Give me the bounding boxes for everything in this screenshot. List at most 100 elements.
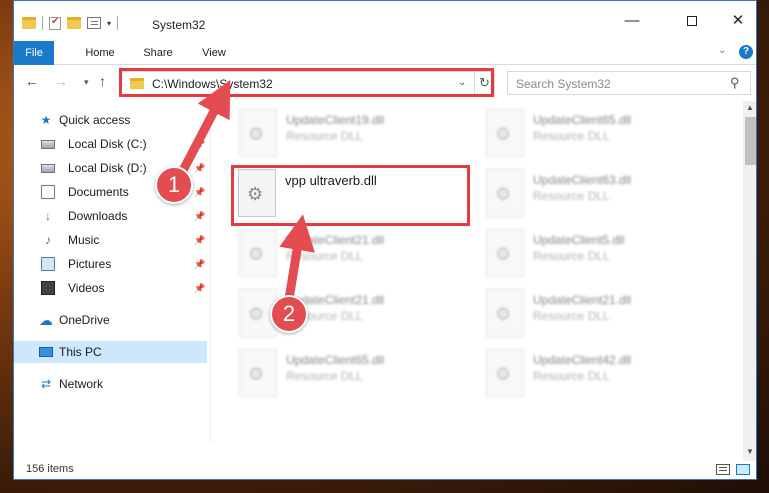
tiles-view-icon[interactable] bbox=[736, 464, 750, 475]
network-icon: ⇄ bbox=[40, 377, 52, 391]
dll-file-icon: ⚙ bbox=[486, 349, 524, 397]
cloud-icon: ☁ bbox=[39, 312, 53, 328]
item-count: 156 items bbox=[26, 463, 74, 475]
file-name: UpdateClient21.dll bbox=[286, 233, 385, 247]
file-type: Resource DLL bbox=[286, 129, 363, 143]
computer-icon bbox=[39, 347, 53, 357]
forward-arrow-icon[interactable]: → bbox=[54, 73, 68, 89]
star-icon: ★ bbox=[40, 113, 52, 127]
sidebar-item-music[interactable]: ♪ Music 📌 bbox=[14, 229, 207, 251]
step-badge-1: 1 bbox=[155, 166, 193, 204]
up-arrow-icon[interactable]: ↑ bbox=[99, 73, 106, 89]
sidebar-item-this-pc[interactable]: This PC bbox=[14, 341, 207, 363]
file-name: UpdateClient63.dll bbox=[533, 173, 632, 187]
details-view-icon[interactable] bbox=[716, 464, 730, 475]
maximize-button[interactable] bbox=[680, 11, 704, 31]
dll-file-icon: ⚙ bbox=[486, 289, 524, 337]
file-name: UpdateClient65.dll bbox=[286, 353, 385, 367]
file-item[interactable]: ⚙ UpdateClient21.dll Resource DLL bbox=[239, 229, 479, 287]
gear-icon: ⚙ bbox=[495, 244, 512, 264]
pin-icon[interactable]: 📌 bbox=[194, 181, 205, 203]
sidebar-item-pictures[interactable]: Pictures 📌 bbox=[14, 253, 207, 275]
file-item[interactable]: ⚙ UpdateClient63.dll Resource DLL bbox=[486, 169, 726, 227]
maximize-icon bbox=[687, 16, 697, 26]
scroll-thumb[interactable] bbox=[745, 117, 756, 165]
tab-home[interactable]: Home bbox=[72, 41, 128, 65]
step-badge-2: 2 bbox=[270, 295, 308, 333]
scroll-up-icon[interactable]: ▲ bbox=[746, 103, 754, 112]
sidebar-item-label: Network bbox=[59, 377, 104, 391]
file-type: Resource DLL bbox=[286, 249, 363, 263]
file-item[interactable]: ⚙ UpdateClient42.dll Resource DLL bbox=[486, 349, 726, 407]
sidebar-item-label: Videos bbox=[68, 281, 105, 295]
file-item[interactable]: ⚙ UpdateClient65.dll Resource DLL bbox=[239, 349, 479, 407]
sidebar-item-onedrive[interactable]: ☁ OneDrive bbox=[14, 309, 207, 331]
gear-icon: ⚙ bbox=[248, 304, 265, 324]
sidebar-item-label: Pictures bbox=[68, 257, 112, 271]
sidebar-item-quick-access[interactable]: ★ Quick access bbox=[14, 109, 207, 131]
file-item[interactable]: ⚙ UpdateClient19.dll Resource DLL bbox=[239, 109, 479, 167]
file-name: UpdateClient42.dll bbox=[533, 353, 632, 367]
pin-icon[interactable]: 📌 bbox=[194, 253, 205, 275]
gear-icon: ⚙ bbox=[248, 364, 265, 384]
dll-file-icon: ⚙ bbox=[239, 349, 277, 397]
file-item[interactable]: ⚙ UpdateClient21.dll Resource DLL bbox=[486, 289, 726, 347]
dll-file-icon: ⚙ bbox=[486, 169, 524, 217]
music-icon: ♪ bbox=[45, 233, 51, 247]
ribbon-tabs: File Home Share View ⌄ ? bbox=[14, 41, 756, 65]
document-icon bbox=[41, 185, 55, 199]
gear-icon: ⚙ bbox=[495, 184, 512, 204]
gear-icon: ⚙ bbox=[248, 244, 265, 264]
properties-icon[interactable] bbox=[87, 17, 101, 29]
search-icon[interactable]: ⚲ bbox=[730, 75, 740, 91]
video-icon bbox=[41, 281, 55, 295]
minimize-button[interactable]: — bbox=[620, 11, 644, 31]
download-icon: ↓ bbox=[45, 209, 51, 223]
back-arrow-icon[interactable]: ← bbox=[25, 73, 39, 89]
recent-locations-icon[interactable]: ▾ bbox=[84, 77, 89, 88]
address-highlight-box bbox=[119, 68, 494, 97]
sidebar-item-label: Music bbox=[68, 233, 100, 247]
help-icon[interactable]: ? bbox=[739, 45, 753, 59]
dll-file-icon: ⚙ bbox=[239, 109, 277, 157]
pictures-icon bbox=[41, 257, 55, 271]
pane-divider[interactable] bbox=[210, 101, 211, 443]
sidebar-item-local-disk-c[interactable]: Local Disk (C:) 📌 bbox=[14, 133, 207, 155]
gear-icon: ⚙ bbox=[495, 364, 512, 384]
file-item[interactable]: ⚙ UpdateClient5.dll Resource DLL bbox=[486, 229, 726, 287]
file-type: Resource DLL bbox=[286, 369, 363, 383]
navigation-pane: ★ Quick access Local Disk (C:) 📌 Local D… bbox=[14, 101, 209, 443]
pin-icon[interactable]: 📌 bbox=[194, 205, 205, 227]
sidebar-item-label: Downloads bbox=[68, 209, 128, 223]
tab-view[interactable]: View bbox=[190, 41, 238, 65]
pin-icon[interactable]: 📌 bbox=[194, 277, 205, 299]
file-item[interactable]: ⚙ UpdateClient65.dll Resource DLL bbox=[486, 109, 726, 167]
sidebar-item-label: OneDrive bbox=[59, 313, 110, 327]
dll-file-icon: ⚙ bbox=[486, 109, 524, 157]
sidebar-item-videos[interactable]: Videos 📌 bbox=[14, 277, 207, 299]
sidebar-item-downloads[interactable]: ↓ Downloads 📌 bbox=[14, 205, 207, 227]
toolbar-divider bbox=[42, 16, 43, 30]
scroll-down-icon[interactable]: ▼ bbox=[746, 447, 754, 456]
sidebar-item-label: Documents bbox=[68, 185, 129, 199]
search-placeholder: Search System32 bbox=[516, 77, 611, 91]
expand-ribbon-icon[interactable]: ⌄ bbox=[718, 45, 726, 56]
tab-file[interactable]: File bbox=[14, 41, 54, 65]
drive-icon bbox=[41, 164, 55, 173]
customize-toolbar-dropdown-icon[interactable]: ▾ bbox=[107, 19, 111, 28]
sidebar-item-network[interactable]: ⇄ Network bbox=[14, 373, 207, 395]
file-name: UpdateClient65.dll bbox=[533, 113, 632, 127]
vertical-scrollbar[interactable]: ▲ ▼ bbox=[743, 101, 756, 461]
pin-icon[interactable]: 📌 bbox=[194, 229, 205, 251]
search-input[interactable]: Search System32 ⚲ bbox=[507, 71, 751, 95]
sidebar-item-label: Local Disk (D:) bbox=[68, 161, 147, 175]
window-title: System32 bbox=[152, 18, 206, 32]
pin-icon[interactable]: 📌 bbox=[194, 157, 205, 179]
properties-check-icon[interactable] bbox=[49, 16, 61, 30]
new-folder-icon[interactable] bbox=[67, 17, 81, 29]
close-button[interactable]: ✕ bbox=[726, 11, 750, 31]
pin-icon[interactable]: 📌 bbox=[194, 133, 205, 155]
dll-file-icon: ⚙ bbox=[486, 229, 524, 277]
folder-icon[interactable] bbox=[22, 17, 36, 29]
tab-share[interactable]: Share bbox=[134, 41, 182, 65]
